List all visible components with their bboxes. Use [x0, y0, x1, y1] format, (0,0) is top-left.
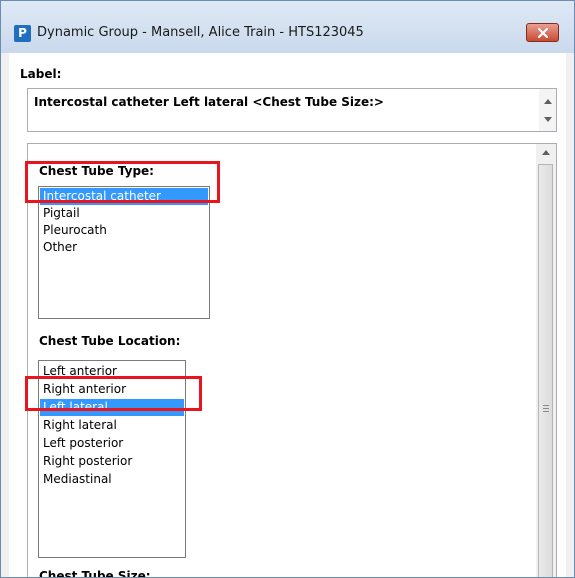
list-item[interactable]: Other — [40, 239, 208, 256]
list-item[interactable]: Left anterior — [40, 363, 184, 380]
scrollbar-thumb[interactable] — [538, 164, 553, 577]
grip-icon — [543, 405, 549, 414]
list-item[interactable]: Pigtail — [40, 205, 208, 222]
list-item[interactable]: Left lateral — [40, 399, 184, 416]
close-x-icon — [538, 28, 548, 38]
chest-tube-type-label: Chest Tube Type: — [39, 164, 154, 178]
scroll-up-icon[interactable] — [544, 99, 552, 104]
label-heading: Label: — [20, 67, 62, 81]
label-textbox[interactable]: Intercostal catheter Left lateral <Chest… — [27, 88, 557, 132]
window-title: Dynamic Group - Mansell, Alice Train - H… — [37, 25, 364, 40]
list-item[interactable]: Intercostal catheter — [40, 188, 208, 205]
list-item[interactable]: Right lateral — [40, 417, 184, 434]
form-panel: Chest Tube Type: Intercostal catheter Pi… — [27, 143, 557, 578]
list-item[interactable]: Pleurocath — [40, 222, 208, 239]
label-scrollbar[interactable] — [539, 89, 556, 131]
chest-tube-type-listbox[interactable]: Intercostal catheter Pigtail Pleurocath … — [38, 186, 210, 319]
dynamic-group-window: P Dynamic Group - Mansell, Alice Train -… — [0, 0, 575, 578]
chest-tube-size-label: Chest Tube Size: — [39, 569, 151, 578]
app-logo-icon: P — [14, 25, 31, 42]
scroll-up-icon[interactable] — [542, 150, 550, 155]
list-item[interactable]: Right posterior — [40, 453, 184, 470]
list-item[interactable]: Mediastinal — [40, 471, 184, 488]
list-item[interactable]: Left posterior — [40, 435, 184, 452]
title-bar[interactable]: P Dynamic Group - Mansell, Alice Train -… — [1, 1, 574, 53]
chest-tube-location-listbox[interactable]: Left anterior Right anterior Left latera… — [38, 360, 186, 558]
close-button[interactable] — [526, 23, 559, 42]
chest-tube-location-label: Chest Tube Location: — [39, 334, 181, 348]
list-item[interactable]: Right anterior — [40, 381, 184, 398]
form-scrollbar[interactable] — [536, 144, 556, 577]
scroll-down-icon[interactable] — [544, 117, 552, 122]
label-value: Intercostal catheter Left lateral <Chest… — [34, 95, 384, 109]
